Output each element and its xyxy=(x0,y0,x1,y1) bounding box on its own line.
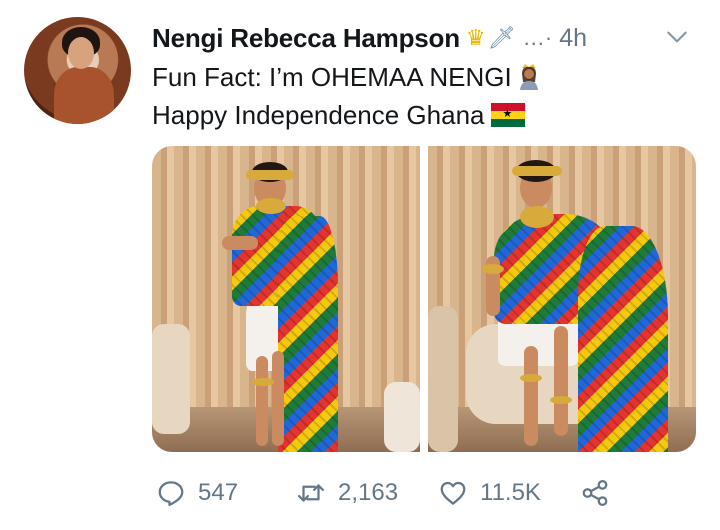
tweet-text-line-1: Fun Fact: I’m OHEMAA NENGI xyxy=(152,60,542,94)
reply-icon xyxy=(158,481,184,506)
crown-icon: ♛ xyxy=(465,25,486,51)
avatar[interactable] xyxy=(24,17,131,124)
retweet-icon xyxy=(298,484,324,502)
like-count: 11.5K xyxy=(480,479,541,506)
avatar-figure-body xyxy=(54,67,114,124)
tweet-text-1: Fun Fact: I’m OHEMAA NENGI xyxy=(152,62,512,92)
heart-icon xyxy=(440,481,466,505)
photo-2[interactable] xyxy=(428,146,696,452)
retweet-button[interactable]: 2,163 xyxy=(296,472,398,514)
tweet-actions: 547 2,163 11.5K xyxy=(152,472,612,514)
share-icon xyxy=(582,480,608,506)
ghana-flag-icon: ★ xyxy=(490,103,525,127)
chevron-down-icon[interactable] xyxy=(664,24,690,50)
queen-emoji-icon xyxy=(516,62,542,90)
reply-button[interactable]: 547 xyxy=(156,472,238,514)
photo-1[interactable] xyxy=(152,146,420,452)
timestamp[interactable]: 4h xyxy=(559,24,587,53)
share-button[interactable] xyxy=(580,472,610,514)
tweet-text-2: Happy Independence Ghana xyxy=(152,100,485,130)
dagger-icon: 🗡 xyxy=(487,25,516,51)
reply-count: 547 xyxy=(198,479,239,506)
avatar-figure-face xyxy=(68,37,94,69)
like-button[interactable]: 11.5K xyxy=(438,472,541,514)
separator: ...· xyxy=(523,25,554,50)
media-grid xyxy=(152,146,696,452)
tweet-header: Nengi Rebecca Hampson ♛ 🗡 ...· 4h xyxy=(152,20,702,56)
tweet-text-line-2: Happy Independence Ghana ★ xyxy=(152,98,525,132)
author-name[interactable]: Nengi Rebecca Hampson xyxy=(152,23,460,54)
retweet-count: 2,163 xyxy=(338,479,399,506)
